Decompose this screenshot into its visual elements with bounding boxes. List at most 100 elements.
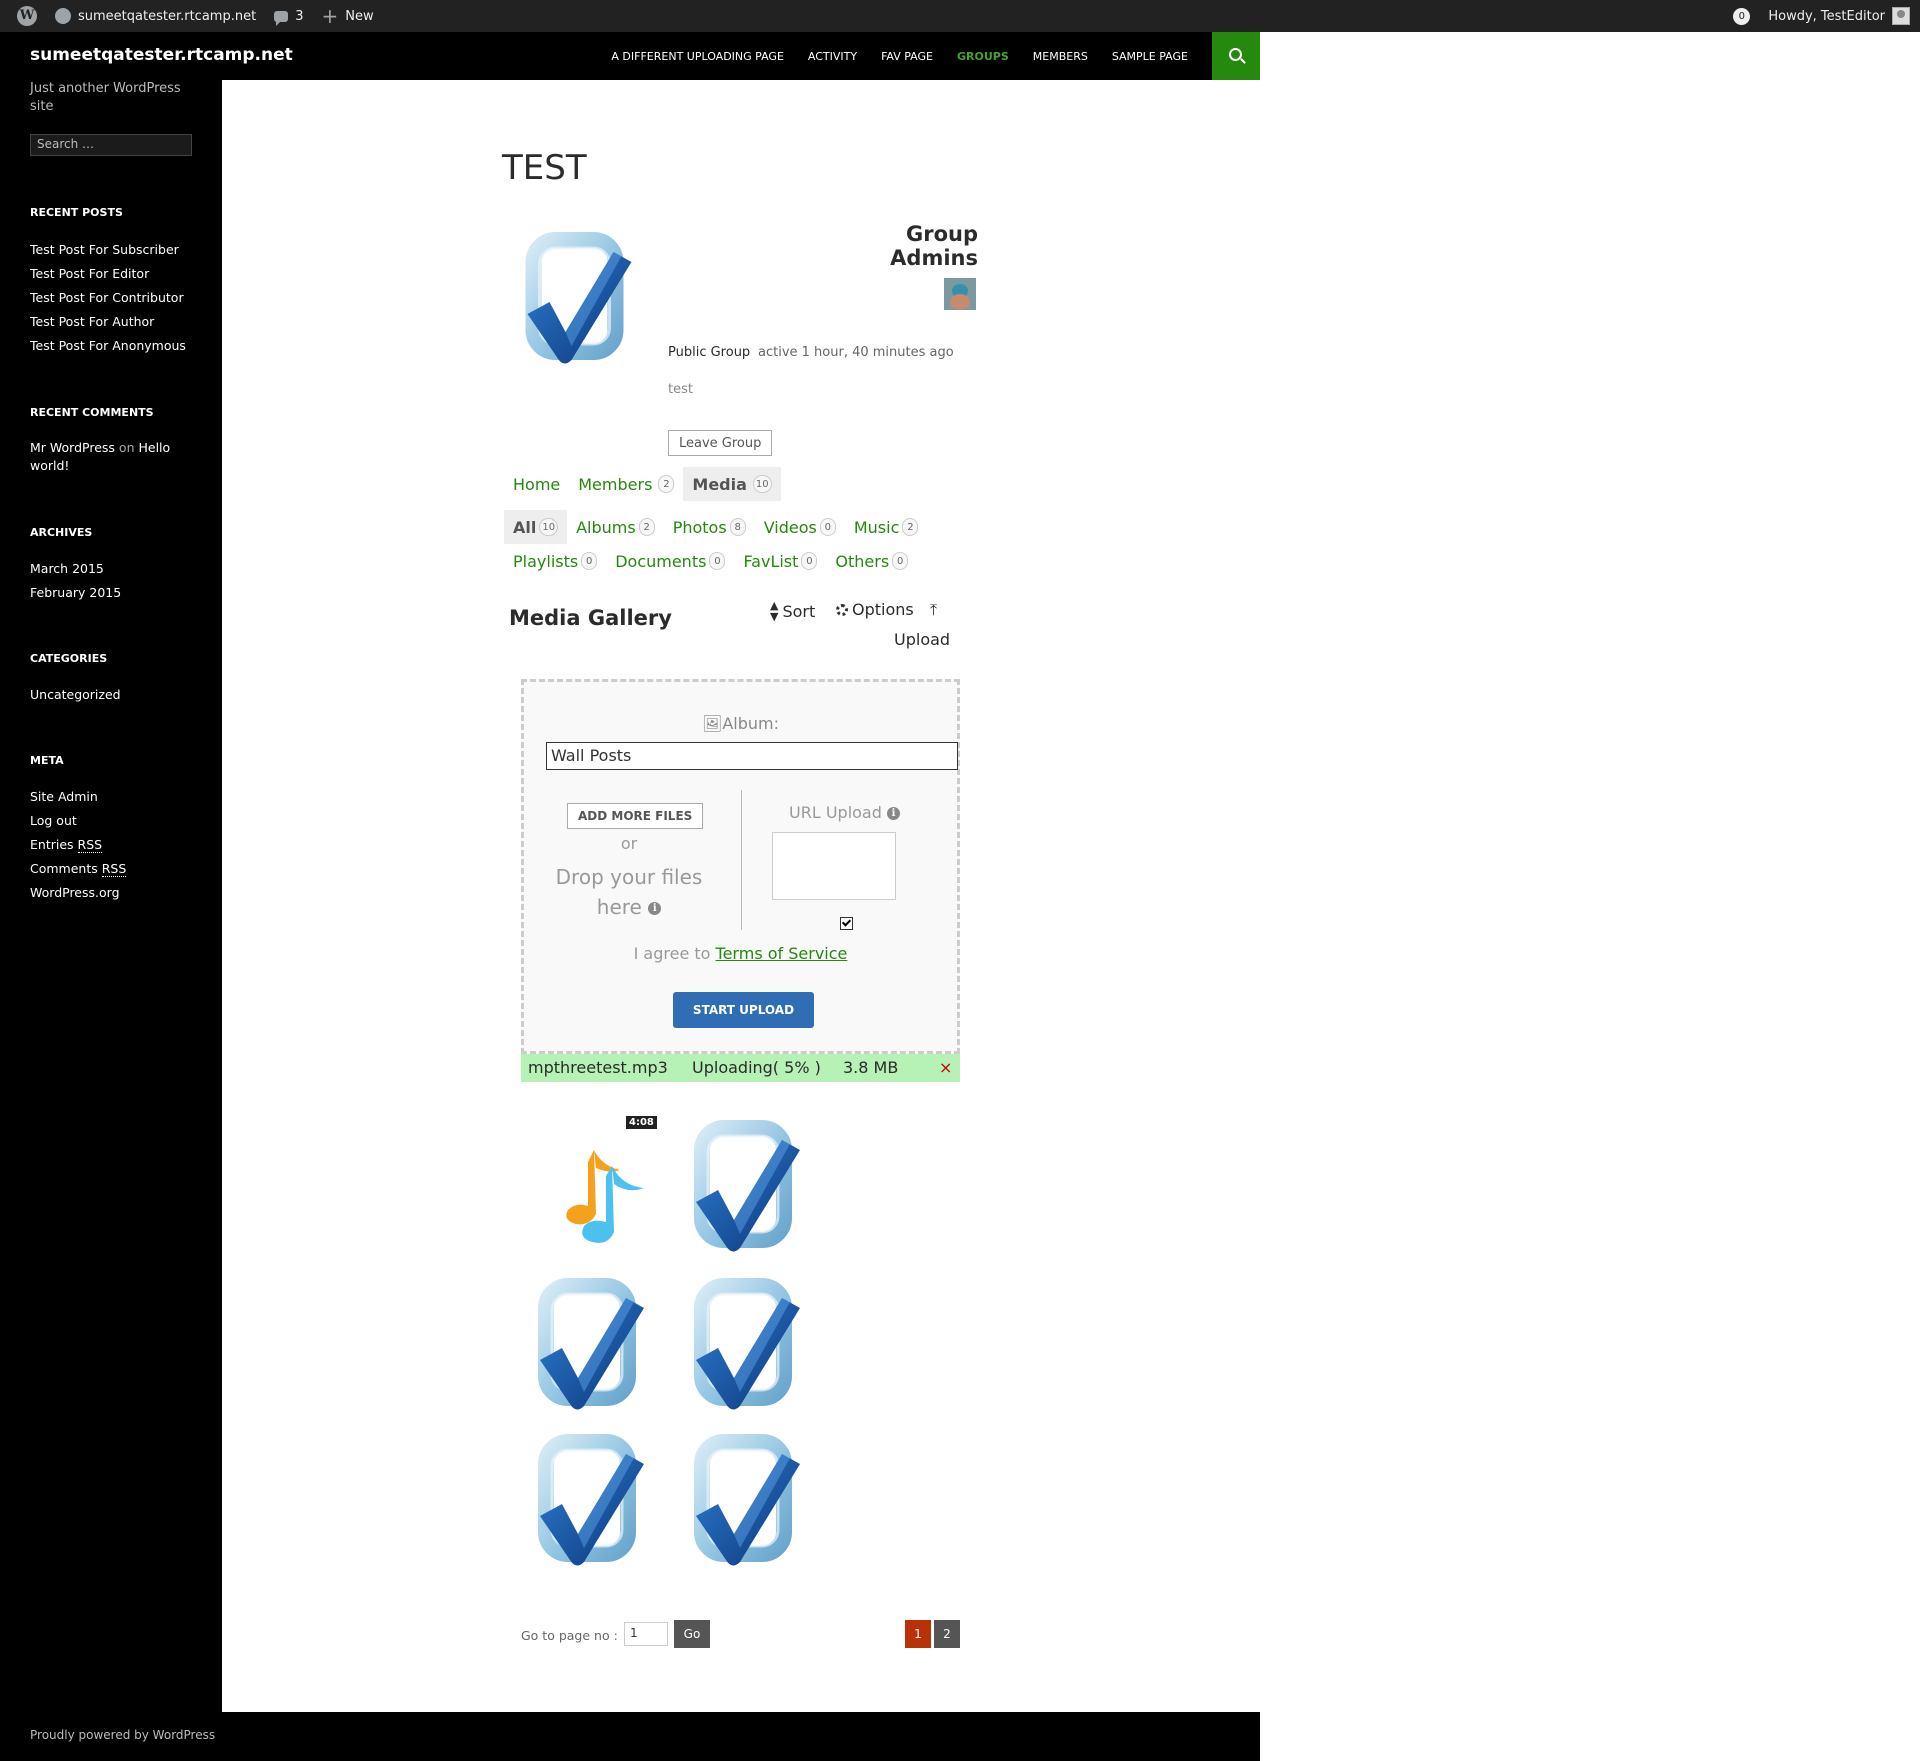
tab-label: Photos: [672, 517, 727, 537]
start-upload-button[interactable]: START UPLOAD: [673, 992, 814, 1028]
drop-files-text: Drop your files here i: [554, 862, 704, 922]
recent-post-link[interactable]: Test Post For Editor: [30, 265, 186, 289]
page-link-current[interactable]: 1: [905, 1620, 931, 1648]
divider: [741, 790, 742, 930]
admin-bar: sumeetqatester.rtcamp.net 3 + New 0 Howd…: [0, 0, 1920, 32]
media-thumbnail[interactable]: [682, 1424, 807, 1574]
nav-item-sample-page[interactable]: SAMPLE PAGE: [1100, 50, 1200, 63]
sidebar-search-input[interactable]: Search …: [30, 134, 192, 156]
new-label: New: [345, 8, 374, 24]
terms-checkbox[interactable]: [840, 917, 853, 930]
comment-author-link[interactable]: Mr WordPress: [30, 440, 115, 455]
tab-count: 10: [752, 475, 772, 493]
notification-count: 0: [1733, 7, 1751, 25]
nav-item-activity[interactable]: ACTIVITY: [796, 50, 869, 63]
archives-title: ARCHIVES: [30, 526, 93, 539]
tab-label: Playlists: [513, 551, 579, 571]
site-name-label: sumeetqatester.rtcamp.net: [78, 8, 257, 24]
upload-icon[interactable]: ⤒: [930, 600, 937, 620]
meta-comments-rss-link[interactable]: Comments RSS: [30, 860, 127, 884]
checkbox-image-icon: [526, 1268, 651, 1418]
media-thumbnail[interactable]: [526, 1424, 651, 1574]
tab-label: Documents: [615, 551, 707, 571]
tab-media[interactable]: Media 10: [683, 467, 781, 501]
drop-files-label: Drop your files here: [555, 865, 703, 919]
rss-abbr: RSS: [77, 837, 103, 853]
tab-others[interactable]: Others 0: [826, 544, 917, 578]
tab-videos[interactable]: Videos 0: [755, 510, 845, 544]
info-icon[interactable]: i: [648, 902, 662, 915]
category-link[interactable]: Uncategorized: [30, 686, 121, 710]
upload-button[interactable]: Upload: [894, 630, 950, 649]
go-to-page-input[interactable]: 1: [624, 1622, 668, 1646]
url-upload-textarea[interactable]: [772, 832, 896, 900]
remove-upload-icon[interactable]: ×: [939, 1058, 952, 1077]
tab-playlists[interactable]: Playlists 0: [504, 544, 606, 578]
tab-home[interactable]: Home: [504, 467, 569, 501]
terms-of-service-link[interactable]: Terms of Service: [716, 944, 848, 963]
media-thumbnail[interactable]: [526, 1268, 651, 1418]
meta-site-admin-link[interactable]: Site Admin: [30, 788, 126, 812]
leave-group-button[interactable]: Leave Group: [668, 430, 773, 456]
media-thumbnail-music[interactable]: [532, 1110, 657, 1260]
nav-item-fav-page[interactable]: FAV PAGE: [869, 50, 945, 63]
album-select[interactable]: Wall Posts: [546, 742, 958, 770]
notifications-menu[interactable]: 0: [1724, 0, 1759, 32]
wordpress-menu[interactable]: [0, 0, 46, 32]
group-activity: active 1 hour, 40 minutes ago: [758, 345, 954, 360]
site-footer: Proudly powered by WordPress: [0, 1712, 1260, 1761]
gear-icon: [836, 603, 848, 616]
options-button[interactable]: Options: [836, 600, 914, 619]
my-account-menu[interactable]: Howdy, TestEditor: [1759, 0, 1920, 32]
tab-members[interactable]: Members 2: [569, 467, 683, 501]
comment-bubble-icon: [274, 10, 289, 26]
media-gallery-title: Media Gallery: [509, 606, 672, 630]
sort-button[interactable]: ▲ ▼ Sort: [770, 600, 815, 622]
comments-menu[interactable]: 3: [265, 0, 312, 32]
recent-comments-title: RECENT COMMENTS: [30, 406, 154, 419]
media-thumbnail[interactable]: [682, 1110, 807, 1260]
recent-post-link[interactable]: Test Post For Author: [30, 313, 186, 337]
search-toggle-button[interactable]: [1212, 32, 1260, 80]
meta-entries-rss-link[interactable]: Entries RSS: [30, 836, 126, 860]
nav-item-members[interactable]: MEMBERS: [1021, 50, 1100, 63]
group-avatar[interactable]: [512, 222, 640, 372]
group-admin-avatar[interactable]: [944, 278, 976, 310]
tab-label: Videos: [763, 517, 817, 537]
info-icon[interactable]: i: [886, 807, 900, 820]
page-link[interactable]: 2: [934, 1620, 960, 1648]
nav-item-groups[interactable]: GROUPS: [945, 50, 1021, 63]
new-content-menu[interactable]: + New: [312, 0, 382, 32]
meta-logout-link[interactable]: Log out: [30, 812, 126, 836]
checkbox-image-icon: [682, 1424, 807, 1574]
tab-photos[interactable]: Photos 8: [664, 510, 755, 544]
footer-credit-link[interactable]: Proudly powered by WordPress: [30, 1728, 215, 1742]
tab-label: Home: [513, 474, 561, 494]
tab-all[interactable]: All 10: [504, 510, 568, 544]
tab-label: Media: [692, 474, 747, 494]
nav-item-uploading-page[interactable]: A DIFFERENT UPLOADING PAGE: [599, 50, 796, 63]
go-button[interactable]: Go: [674, 1620, 710, 1648]
tab-label: Albums: [576, 517, 636, 537]
add-more-files-button[interactable]: ADD MORE FILES: [567, 803, 704, 829]
tab-count: 0: [819, 518, 836, 536]
media-duration: 4:08: [626, 1116, 657, 1129]
site-name-menu[interactable]: sumeetqatester.rtcamp.net: [46, 0, 265, 32]
tab-favlist[interactable]: FavList 0: [734, 544, 826, 578]
tab-count: 0: [801, 552, 818, 570]
media-thumbnail[interactable]: [682, 1268, 807, 1418]
archive-link[interactable]: February 2015: [30, 584, 121, 608]
upload-dropzone[interactable]: 🖼Album: Wall Posts ADD MORE FILES or Dro…: [521, 679, 960, 1054]
tab-documents[interactable]: Documents 0: [606, 544, 734, 578]
site-title[interactable]: sumeetqatester.rtcamp.net: [30, 45, 293, 65]
recent-comment: Mr WordPress on Hello world!: [30, 439, 190, 475]
meta-wordpress-org-link[interactable]: WordPress.org: [30, 884, 126, 908]
tab-count: 8: [729, 518, 746, 536]
tab-albums[interactable]: Albums 2: [567, 510, 664, 544]
tab-music[interactable]: Music 2: [845, 510, 928, 544]
recent-post-link[interactable]: Test Post For Anonymous: [30, 337, 186, 361]
recent-post-link[interactable]: Test Post For Subscriber: [30, 241, 186, 265]
album-label: 🖼Album:: [524, 714, 957, 733]
archive-link[interactable]: March 2015: [30, 560, 121, 584]
recent-post-link[interactable]: Test Post For Contributor: [30, 289, 186, 313]
